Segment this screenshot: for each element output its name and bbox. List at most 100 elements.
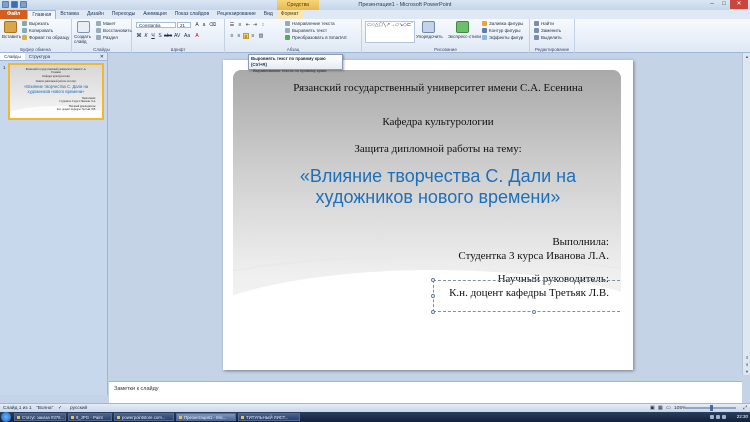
shapes-gallery[interactable]: ▭○△⬠╲↗→▱↘◇⊏⌒☆╱▢⬭◁▷⇧⟲	[365, 21, 415, 43]
line-spacing-icon[interactable]: ↕	[260, 22, 266, 28]
section-button[interactable]: Раздел	[96, 35, 118, 41]
font-name-combo[interactable]: Constantia	[136, 22, 176, 28]
tab-slides[interactable]: Слайды	[0, 53, 25, 60]
reset-button[interactable]: Восстановить	[96, 28, 132, 34]
resize-handle[interactable]	[431, 278, 435, 282]
maximize-icon[interactable]: □	[718, 0, 730, 9]
format-painter-button[interactable]: Формат по образцу	[22, 35, 69, 41]
font-color-icon[interactable]: A	[194, 33, 200, 39]
redo-icon[interactable]	[20, 1, 27, 8]
vertical-scrollbar[interactable]: ▲ ⇞ ⇟ ▼	[742, 53, 750, 375]
tab-home[interactable]: Главная	[27, 10, 57, 19]
bold-icon[interactable]: Ж	[136, 33, 142, 39]
quick-styles-button[interactable]: Экспресс-стили	[448, 34, 481, 39]
resize-handle[interactable]	[431, 310, 435, 314]
slide-title[interactable]: «Влияние творчества С. Дали на художнико…	[263, 166, 613, 208]
italic-icon[interactable]: К	[143, 33, 149, 39]
view-sorter-icon[interactable]: ▦	[658, 405, 663, 412]
tab-insert[interactable]: Вставка	[56, 10, 83, 19]
zoom-level[interactable]: 105%	[674, 405, 686, 412]
paste-button[interactable]: Вставить	[2, 34, 21, 39]
scroll-down-icon[interactable]: ▼	[743, 368, 750, 375]
taskbar-item-active[interactable]: Презентация1 - Mic...	[176, 413, 236, 421]
new-slide-button[interactable]: Создать слайд	[74, 34, 96, 44]
tray-icon[interactable]	[716, 415, 720, 419]
tab-transitions[interactable]: Переходы	[108, 10, 139, 19]
columns-icon[interactable]: ▥	[258, 33, 264, 39]
text-direction-button[interactable]: Направление текста	[285, 21, 335, 27]
cut-button[interactable]: Вырезать	[22, 21, 49, 27]
font-size-combo[interactable]: 21	[177, 22, 191, 28]
copy-button[interactable]: Копировать	[22, 28, 53, 34]
replace-button[interactable]: Заменить	[534, 28, 561, 34]
clear-format-icon[interactable]: ⌫	[209, 22, 216, 28]
prev-slide-icon[interactable]: ⇞	[743, 354, 750, 361]
slide-defense[interactable]: Защита дипломной работы на тему:	[273, 143, 603, 156]
slide-department[interactable]: Кафедра культурологии	[273, 116, 603, 129]
bullets-icon[interactable]: ☰	[229, 22, 235, 28]
increase-indent-icon[interactable]: ⇥	[252, 22, 258, 28]
tab-view[interactable]: Вид	[260, 10, 277, 19]
new-slide-icon[interactable]	[77, 21, 90, 33]
slide-author[interactable]: Студентка 3 курса Иванова Л.А.	[458, 250, 609, 263]
tab-design[interactable]: Дизайн	[83, 10, 108, 19]
smartart-button[interactable]: Преобразовать в SmartArt	[285, 35, 347, 41]
underline-icon[interactable]: Ч	[150, 33, 156, 39]
resize-handle[interactable]	[532, 278, 536, 282]
strikethrough-icon[interactable]: abc	[164, 33, 172, 39]
tab-format[interactable]: Формат	[276, 10, 303, 19]
resize-handle[interactable]	[532, 310, 536, 314]
start-button-icon[interactable]	[1, 412, 11, 422]
slide-thumbnail[interactable]: Рязанский государственный университет им…	[8, 63, 104, 120]
slide-canvas[interactable]: Рязанский государственный университет им…	[223, 60, 633, 370]
shape-outline-button[interactable]: Контур фигуры	[482, 28, 520, 34]
view-slideshow-icon[interactable]: ▭	[666, 405, 671, 412]
taskbar-item[interactable]: ТИТУЛЬНЫЙ ЛИСТ...	[238, 413, 300, 421]
quick-styles-icon[interactable]	[456, 21, 469, 33]
change-case-icon[interactable]: Aa	[184, 33, 190, 39]
undo-icon[interactable]	[11, 1, 18, 8]
tab-animations[interactable]: Анимация	[139, 10, 170, 19]
fit-slide-icon[interactable]: ⤢	[743, 405, 747, 412]
decrease-indent-icon[interactable]: ⇤	[245, 22, 251, 28]
notes-pane[interactable]: Заметки к слайду	[109, 381, 742, 403]
paste-icon[interactable]	[4, 21, 17, 33]
tab-slideshow[interactable]: Показ слайдов	[171, 10, 213, 19]
align-center-icon[interactable]: ≡	[236, 33, 242, 39]
layout-button[interactable]: Макет	[96, 21, 116, 27]
close-icon[interactable]: ✕	[730, 0, 748, 9]
numbering-icon[interactable]: ≡	[237, 22, 243, 28]
tray-icon[interactable]	[722, 415, 726, 419]
save-icon[interactable]	[2, 1, 9, 8]
status-language[interactable]: русский	[70, 405, 87, 412]
justify-icon[interactable]: ≡	[250, 33, 256, 39]
tab-review[interactable]: Рецензирование	[213, 10, 260, 19]
shrink-font-icon[interactable]: a	[201, 22, 207, 28]
arrange-button[interactable]: Упорядочить	[416, 34, 443, 39]
taskbar-item[interactable]: powerpointstore.com...	[114, 413, 174, 421]
tray-icon[interactable]	[710, 415, 714, 419]
status-language-icon[interactable]: ✓	[58, 405, 62, 412]
scroll-up-icon[interactable]: ▲	[743, 53, 750, 60]
zoom-slider[interactable]	[686, 405, 736, 411]
spacing-icon[interactable]: AV	[174, 33, 180, 39]
taskbar-item[interactable]: 8_JPG - Paint	[68, 413, 112, 421]
tab-file[interactable]: Файл	[0, 10, 28, 19]
selected-textbox[interactable]	[431, 278, 621, 314]
align-text-button[interactable]: Выровнять текст	[285, 28, 327, 34]
next-slide-icon[interactable]: ⇟	[743, 361, 750, 368]
tab-outline[interactable]: Структура	[25, 53, 54, 60]
taskbar-item[interactable]: Статус заказа #376...	[14, 413, 66, 421]
close-pane-icon[interactable]: ✕	[100, 53, 104, 61]
resize-handle[interactable]	[431, 294, 435, 298]
minimize-icon[interactable]: –	[706, 0, 718, 9]
arrange-icon[interactable]	[422, 21, 435, 33]
shadow-icon[interactable]: S	[157, 33, 163, 39]
align-right-icon[interactable]: ≡	[243, 33, 249, 40]
grow-font-icon[interactable]: A	[194, 22, 200, 28]
view-normal-icon[interactable]: ▣	[650, 405, 655, 412]
shape-fill-button[interactable]: Заливка фигуры	[482, 21, 523, 27]
select-button[interactable]: Выделить	[534, 35, 562, 41]
align-left-icon[interactable]: ≡	[229, 33, 235, 39]
slide-university[interactable]: Рязанский государственный университет им…	[273, 82, 603, 95]
